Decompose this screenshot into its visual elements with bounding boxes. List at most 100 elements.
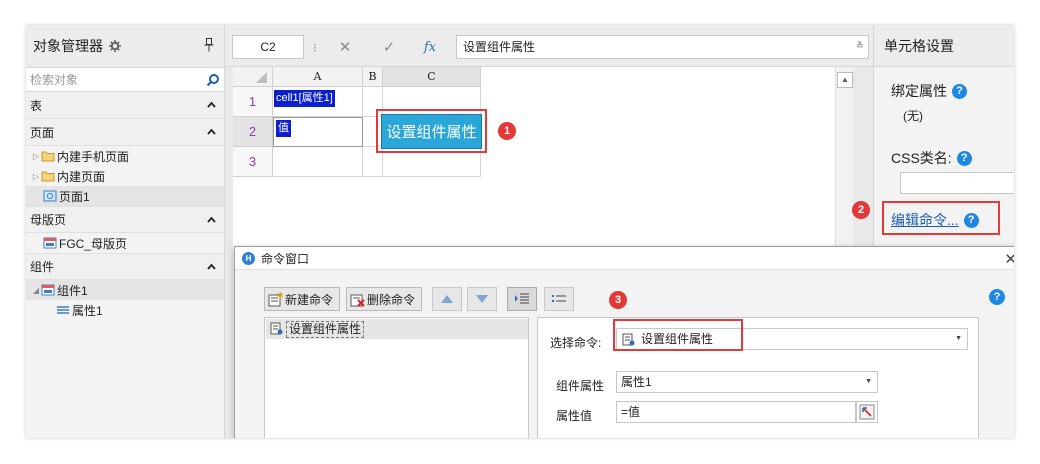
help-icon[interactable]: ? — [956, 150, 972, 166]
component-property-value: 属性1 — [621, 375, 652, 389]
list-icon — [552, 295, 566, 302]
gear-icon[interactable] — [109, 40, 121, 52]
tree-item-page1[interactable]: 页面1 — [26, 186, 224, 206]
pin-icon[interactable] — [204, 38, 214, 52]
arrow-up-icon — [441, 295, 453, 303]
cell-a1-binding[interactable]: cell1[属性1] — [274, 90, 335, 107]
step-badge-2: 2 — [852, 201, 870, 219]
dropdown-arrow-icon[interactable]: ▼ — [865, 372, 872, 392]
section-master[interactable]: 母版页 — [26, 206, 224, 233]
css-class-input[interactable] — [900, 172, 1014, 194]
app-logo-icon: H — [242, 251, 255, 265]
object-manager-panel: 对象管理器 检索对象 表 页面 ▷ 内建手机页面 ▷ 内建页面 页面1 母版页 … — [26, 25, 225, 438]
section-master-label: 母版页 — [30, 213, 67, 227]
tree-item-master[interactable]: FGC_母版页 — [26, 233, 224, 253]
css-class-label: CSS类名: ? — [891, 148, 972, 168]
new-command-button[interactable]: ✱ 新建命令 — [264, 287, 340, 311]
tree-item-component1[interactable]: ◢ 组件1 — [26, 280, 224, 300]
collapse-arrow-icon[interactable]: ◢ — [31, 285, 41, 295]
command-list-item-label: 设置组件属性 — [286, 320, 365, 338]
step-badge-1: 1 — [498, 122, 516, 140]
dialog-title: 命令窗口 — [261, 251, 310, 266]
tree-item-prop1[interactable]: 属性1 — [26, 300, 224, 320]
bind-property-select[interactable]: (无) — [900, 106, 1014, 128]
formula-editor-button[interactable] — [856, 401, 878, 423]
move-down-button[interactable] — [467, 287, 497, 311]
expand-arrow-icon[interactable]: ▷ — [31, 151, 41, 161]
scroll-up-icon[interactable]: ▲ — [837, 72, 853, 88]
command-list-item[interactable]: 设置组件属性 — [266, 319, 528, 339]
component-property-dropdown[interactable]: 属性1 ▼ — [616, 371, 878, 393]
delete-command-button[interactable]: 删除命令 — [346, 287, 422, 311]
delete-command-icon — [350, 294, 365, 307]
indent-button[interactable] — [507, 287, 537, 311]
highlight-box-edit-command — [882, 201, 1000, 235]
formula-input[interactable]: 设置组件属性 ≚ — [456, 35, 869, 59]
css-class-text: CSS类名: — [891, 150, 952, 166]
cell-a3[interactable] — [273, 147, 363, 177]
fx-icon[interactable]: fx — [410, 35, 450, 59]
command-list[interactable]: 设置组件属性 — [264, 317, 529, 438]
formula-editor-icon — [859, 404, 875, 420]
arrow-down-icon — [476, 295, 488, 303]
expand-arrow-icon[interactable]: ▷ — [31, 171, 41, 181]
component-icon — [41, 284, 55, 296]
command-window-dialog: H 命令窗口 ✕ ✱ 新建命令 删除命令 3 ? 设置组件属性 选择命令: 设置… — [234, 246, 1014, 438]
tree-item-builtin-page[interactable]: ▷ 内建页面 — [26, 166, 224, 186]
object-manager-header: 对象管理器 — [26, 25, 224, 67]
component-property-label: 组件属性 — [556, 379, 605, 393]
column-header[interactable]: B — [363, 67, 383, 87]
formula-text: 设置组件属性 — [463, 40, 536, 54]
section-components[interactable]: 组件 — [26, 253, 224, 280]
section-pages-label: 页面 — [30, 125, 55, 140]
row-header[interactable]: 1 — [233, 87, 273, 117]
confirm-formula-icon[interactable]: ✓ — [369, 35, 409, 59]
page-icon — [43, 190, 57, 202]
tree-item-label: 内建手机页面 — [57, 149, 130, 164]
dialog-titlebar: H 命令窗口 ✕ — [235, 247, 1014, 270]
search-box[interactable]: 检索对象 — [26, 67, 224, 92]
expand-formula-icon[interactable]: ≚ — [856, 36, 864, 58]
select-command-label: 选择命令: — [550, 336, 602, 350]
bind-property-text: 绑定属性 — [891, 83, 947, 99]
search-icon[interactable] — [206, 73, 220, 87]
object-manager-title: 对象管理器 — [33, 38, 103, 54]
column-header[interactable]: A — [273, 67, 363, 87]
property-value-text: =值 — [621, 405, 641, 419]
chevron-up-icon[interactable] — [207, 263, 216, 270]
outdent-button[interactable] — [544, 287, 574, 311]
row-header[interactable]: 3 — [233, 147, 273, 177]
tree-item-mobile-page[interactable]: ▷ 内建手机页面 — [26, 146, 224, 166]
corner-triangle-icon — [256, 72, 267, 83]
cell-a2-value[interactable]: 值 — [274, 120, 291, 137]
new-command-icon: ✱ — [268, 292, 283, 306]
chevron-up-icon[interactable] — [207, 128, 216, 135]
section-table-label: 表 — [30, 98, 43, 113]
bind-property-label: 绑定属性 ? — [891, 81, 967, 101]
help-icon[interactable]: ? — [952, 83, 967, 99]
indent-icon — [515, 293, 529, 304]
highlight-box-button — [376, 109, 487, 153]
dropdown-arrow-icon[interactable]: ▼ — [955, 329, 962, 349]
name-box[interactable]: C2 — [232, 35, 304, 59]
new-command-label: 新建命令 — [285, 292, 334, 307]
section-table[interactable]: 表 — [26, 92, 224, 119]
cancel-formula-icon[interactable]: ✕ — [325, 35, 365, 59]
move-up-button[interactable] — [432, 287, 462, 311]
tree-item-label: 组件1 — [57, 283, 88, 298]
tree-item-label: FGC_母版页 — [59, 236, 128, 251]
section-pages[interactable]: 页面 — [26, 119, 224, 146]
search-placeholder: 检索对象 — [30, 73, 79, 87]
close-icon[interactable]: ✕ — [1004, 250, 1014, 268]
help-icon[interactable]: ? — [989, 289, 1005, 305]
formula-bar: C2 ⁝ ✕ ✓ fx 设置组件属性 ≚ — [225, 25, 873, 67]
select-all-corner[interactable] — [233, 67, 273, 87]
row-header[interactable]: 2 — [233, 117, 273, 147]
chevron-up-icon[interactable] — [207, 216, 216, 223]
property-value-label: 属性值 — [556, 409, 593, 423]
chevron-up-icon[interactable] — [207, 101, 216, 108]
highlight-box-select-command — [613, 319, 743, 351]
column-header[interactable]: C — [383, 67, 481, 87]
tree-item-label: 属性1 — [72, 303, 103, 318]
property-value-input[interactable]: =值 — [616, 401, 856, 423]
